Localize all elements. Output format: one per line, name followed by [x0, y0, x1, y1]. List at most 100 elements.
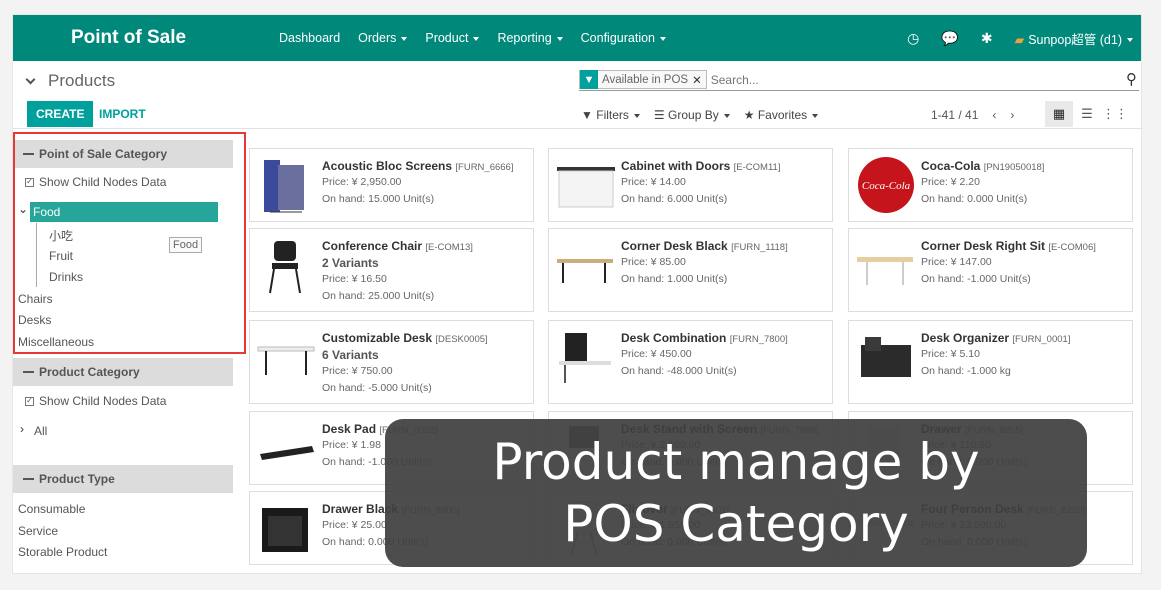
breadcrumb: Products [25, 71, 115, 91]
menu-dashboard[interactable]: Dashboard [279, 31, 340, 45]
search-icon[interactable]: ⚲ [1126, 70, 1137, 88]
view-switcher: ▦ ☰ ⋮⋮ [1045, 101, 1129, 127]
product-name: Desk Combination [FURN_7800] [621, 331, 788, 345]
product-price: Price: ¥ 2,950.00 [322, 176, 402, 188]
product-image [555, 235, 617, 295]
category-item-all[interactable]: All [34, 424, 47, 438]
filters-dropdown[interactable]: ▼ Filters [581, 108, 640, 122]
product-price: Price: ¥ 16.50 [322, 273, 387, 285]
menu-configuration[interactable]: Configuration [580, 31, 667, 45]
product-onhand: On hand: 6.000 Unit(s) [621, 193, 728, 205]
caption-overlay: Product manage by POS Category [385, 419, 1087, 567]
type-item-consumable[interactable]: Consumable [18, 502, 85, 516]
product-card[interactable]: Acoustic Bloc Screens [FURN_6666] Price: … [249, 148, 534, 222]
menu-reporting[interactable]: Reporting [497, 31, 563, 45]
product-card[interactable]: Coca-Cola Coca-Cola [PN19050018] Price: ¥ … [848, 148, 1133, 222]
product-card[interactable]: Cabinet with Doors [E-COM11] Price: ¥ 14.… [548, 148, 833, 222]
product-variants: 2 Variants [322, 256, 379, 270]
product-card[interactable]: Desk Combination [FURN_7800] Price: ¥ 450… [548, 320, 833, 404]
caret-down-icon [812, 113, 819, 118]
product-image [256, 498, 318, 558]
favorites-dropdown[interactable]: ★ Favorites [744, 108, 819, 122]
product-name: Cabinet with Doors [E-COM11] [621, 159, 781, 173]
group-by-label: Group By [668, 108, 719, 122]
product-card[interactable]: Customizable Desk [DESK0005] 6 Variants Pr… [249, 320, 534, 404]
product-price: Price: ¥ 85.00 [621, 256, 686, 268]
product-image [555, 327, 617, 387]
menu-configuration-label: Configuration [580, 31, 656, 45]
product-ref: [E-COM06] [1048, 242, 1096, 253]
product-ref: [E-COM11] [733, 162, 781, 173]
menu-orders-label: Orders [358, 31, 397, 45]
product-card[interactable]: Conference Chair [E-COM13] 2 Variants Pric… [249, 228, 534, 312]
chevron-down-icon[interactable] [25, 74, 36, 85]
chat-icon[interactable]: 💬 [941, 30, 958, 47]
menu-product[interactable]: Product [425, 31, 480, 45]
product-category-header: Product Category [13, 358, 233, 386]
product-image [256, 418, 318, 478]
caret-down-icon [1127, 38, 1133, 43]
minus-icon [23, 371, 34, 373]
search-input[interactable] [710, 72, 1091, 87]
type-item-service[interactable]: Service [18, 524, 58, 538]
user-menu[interactable]: ▰ Sunpop超管 (d1) [1015, 29, 1133, 48]
product-name: Coca-Cola [PN19050018] [921, 159, 1045, 173]
caret-down-icon [660, 36, 667, 41]
top-navbar: Point of Sale Dashboard Orders Product R… [13, 15, 1141, 440]
product-onhand: On hand: 25.000 Unit(s) [322, 290, 435, 302]
control-panel: Products CREATE IMPORT ▼ Available in PO… [13, 61, 1141, 129]
chevron-left-icon[interactable]: ‹ [992, 108, 996, 122]
type-item-storable[interactable]: Storable Product [18, 545, 107, 559]
user-name: Sunpop超管 (d1) [1028, 32, 1122, 47]
product-type-header: Product Type [13, 465, 233, 493]
caption-line-2: POS Category [563, 495, 909, 553]
product-image [256, 155, 318, 215]
product-name: Customizable Desk [DESK0005] [322, 331, 488, 345]
product-category-title: Product Category [39, 365, 140, 379]
product-price: Price: ¥ 14.00 [621, 176, 686, 188]
chevron-right-icon[interactable]: › [1010, 108, 1014, 122]
caret-down-icon [723, 113, 730, 118]
list-view-icon[interactable]: ☰ [1073, 101, 1101, 127]
product-onhand: On hand: 1.000 Unit(s) [621, 273, 728, 285]
create-button[interactable]: CREATE [27, 101, 94, 127]
product-onhand: On hand: 0.000 Unit(s) [921, 193, 1028, 205]
pager: 1-41 / 41 ‹ › [931, 108, 1014, 122]
product-image [256, 235, 318, 295]
show-child-label: Show Child Nodes Data [39, 394, 167, 408]
caret-down-icon [473, 36, 480, 41]
import-button[interactable]: IMPORT [99, 107, 146, 121]
pager-value[interactable]: 1-41 / 41 [931, 108, 978, 122]
product-onhand: On hand: -5.000 Unit(s) [322, 382, 432, 394]
apps-menu-icon[interactable] [13, 15, 265, 440]
bug-icon[interactable]: ✱ [981, 30, 993, 47]
show-child-checkbox[interactable]: ✓ Show Child Nodes Data [25, 394, 166, 408]
grid-view-icon[interactable]: ⋮⋮ [1101, 101, 1129, 127]
product-variants: 6 Variants [322, 348, 379, 362]
facet-label: Available in POS [602, 73, 689, 86]
product-card[interactable]: Corner Desk Right Sit [E-COM06] Price: ¥ … [848, 228, 1133, 312]
product-image [855, 327, 917, 387]
menu-product-label: Product [425, 31, 469, 45]
product-price: Price: ¥ 450.00 [621, 348, 692, 360]
app-title[interactable]: Point of Sale [59, 27, 279, 49]
clock-icon[interactable]: ◷ [907, 30, 919, 47]
kanban-view-icon[interactable]: ▦ [1045, 101, 1073, 127]
product-price: Price: ¥ 2.20 [921, 176, 980, 188]
group-by-dropdown[interactable]: ☰ Group By [654, 108, 730, 122]
product-price: Price: ¥ 750.00 [322, 365, 393, 377]
menu-orders[interactable]: Orders [358, 31, 408, 45]
caret-down-icon [633, 113, 640, 118]
product-ref: [FURN_1118] [731, 242, 788, 253]
product-image [256, 327, 318, 387]
chevron-right-icon[interactable]: › [20, 422, 24, 436]
product-name: Corner Desk Black [FURN_1118] [621, 239, 788, 253]
list-icon: ☰ [653, 108, 665, 122]
caret-down-icon [401, 36, 408, 41]
product-card[interactable]: Corner Desk Black [FURN_1118] Price: ¥ 85… [548, 228, 833, 312]
product-ref: [PN19050018] [983, 162, 1045, 173]
search-facet: ▼ Available in POS ✕ [579, 70, 707, 89]
product-ref: [FURN_7800] [729, 334, 788, 345]
close-icon[interactable]: ✕ [692, 73, 706, 87]
product-card[interactable]: Desk Organizer [FURN_0001] Price: ¥ 5.10 O… [848, 320, 1133, 404]
